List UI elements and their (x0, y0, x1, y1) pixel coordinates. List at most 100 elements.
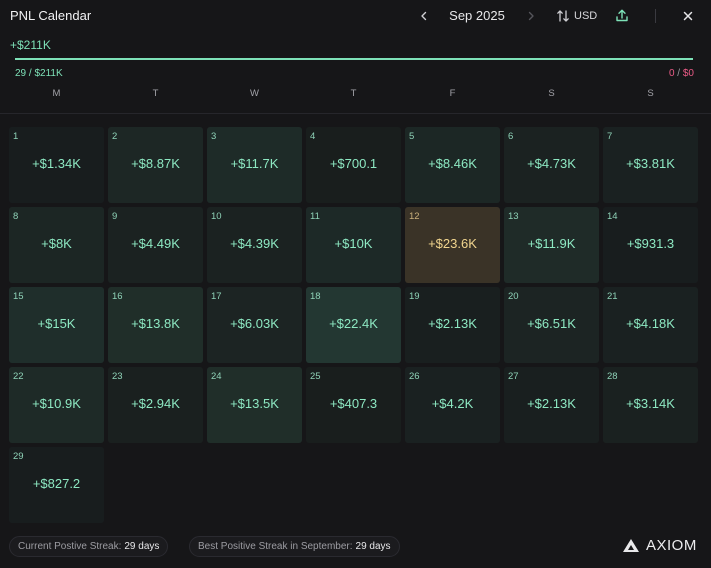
day-pnl-value: +$3.14K (626, 396, 675, 411)
calendar-day-cell[interactable]: 19 +$2.13K (405, 287, 500, 363)
calendar-day-cell[interactable]: 9 +$4.49K (108, 207, 203, 283)
day-number: 16 (112, 291, 123, 302)
day-pnl-value: +$931.3 (626, 236, 675, 251)
day-pnl-value: +$23.6K (428, 236, 477, 251)
day-pnl-value: +$8.87K (131, 156, 180, 171)
best-streak-value: 29 days (355, 541, 391, 552)
day-number: 13 (508, 211, 519, 222)
axiom-logo-icon (623, 539, 639, 552)
calendar-day-cell[interactable]: 26 +$4.2K (405, 367, 500, 443)
weekday-monday: M (52, 88, 61, 99)
positive-days-summary: 29 / $211K (15, 68, 63, 79)
calendar-day-cell[interactable]: 11 +$10K (306, 207, 401, 283)
calendar-day-cell[interactable]: 2 +$8.87K (108, 127, 203, 203)
calendar-day-cell[interactable]: 27 +$2.13K (504, 367, 599, 443)
next-month-button[interactable] (522, 7, 540, 25)
day-number: 3 (211, 131, 217, 142)
share-upload-icon (616, 9, 628, 22)
calendar-day-cell[interactable]: 29 +$827.2 (9, 447, 104, 523)
calendar-day-cell[interactable]: 7 +$3.81K (603, 127, 698, 203)
calendar-day-cell[interactable]: 8 +$8K (9, 207, 104, 283)
day-number: 12 (409, 211, 420, 222)
calendar-day-cell[interactable]: 3 +$11.7K (207, 127, 302, 203)
calendar-day-cell[interactable]: 15 +$15K (9, 287, 104, 363)
positive-total: $211K (34, 68, 63, 79)
calendar-grid: 1 +$1.34K 2 +$8.87K 3 +$11.7K 4 +$700.1 5 +$8.46K… (9, 127, 698, 523)
calendar-day-cell[interactable]: 21 +$4.18K (603, 287, 698, 363)
calendar-day-cell[interactable]: 28 +$3.14K (603, 367, 698, 443)
day-pnl-value: +$15K (37, 316, 76, 331)
pnl-ratio-fill (15, 58, 693, 60)
day-number: 23 (112, 371, 123, 382)
chevron-left-icon (421, 11, 427, 21)
day-pnl-value: +$2.13K (428, 316, 477, 331)
calendar-day-cell[interactable]: 22 +$10.9K (9, 367, 104, 443)
calendar-day-cell[interactable]: 13 +$11.9K (504, 207, 599, 283)
day-pnl-value: +$3.81K (626, 156, 675, 171)
day-pnl-value: +$1.34K (32, 156, 81, 171)
share-button[interactable] (613, 7, 631, 25)
day-pnl-value: +$22.4K (329, 316, 378, 331)
calendar-day-cell[interactable]: 5 +$8.46K (405, 127, 500, 203)
day-number: 17 (211, 291, 222, 302)
header-separator (0, 113, 711, 114)
day-number: 8 (13, 211, 19, 222)
day-number: 29 (13, 451, 24, 462)
day-number: 9 (112, 211, 118, 222)
calendar-day-cell[interactable]: 6 +$4.73K (504, 127, 599, 203)
day-pnl-value: +$6.51K (527, 316, 576, 331)
chevron-right-icon (528, 11, 534, 21)
day-number: 19 (409, 291, 420, 302)
weekday-sunday: S (647, 88, 654, 99)
best-streak-badge: Best Positive Streak in September: 29 da… (189, 536, 400, 557)
day-number: 15 (13, 291, 24, 302)
calendar-day-cell[interactable]: 10 +$4.39K (207, 207, 302, 283)
day-number: 27 (508, 371, 519, 382)
close-icon (683, 11, 693, 21)
calendar-day-cell[interactable]: 16 +$13.8K (108, 287, 203, 363)
day-pnl-value: +$700.1 (329, 156, 378, 171)
day-number: 20 (508, 291, 519, 302)
close-button[interactable] (679, 7, 697, 25)
day-pnl-value: +$10K (334, 236, 373, 251)
day-pnl-value: +$4.18K (626, 316, 675, 331)
currency-label: USD (574, 10, 598, 22)
calendar-day-cell[interactable]: 4 +$700.1 (306, 127, 401, 203)
day-number: 10 (211, 211, 222, 222)
calendar-day-cell[interactable]: 20 +$6.51K (504, 287, 599, 363)
day-number: 25 (310, 371, 321, 382)
day-number: 5 (409, 131, 415, 142)
weekday-thursday: T (350, 88, 357, 99)
prev-month-button[interactable] (415, 7, 433, 25)
weekday-friday: F (449, 88, 456, 99)
day-pnl-value: +$11.7K (230, 156, 279, 171)
calendar-day-cell[interactable]: 24 +$13.5K (207, 367, 302, 443)
weekday-tuesday: T (152, 88, 159, 99)
header-divider (655, 9, 656, 23)
day-number: 18 (310, 291, 321, 302)
day-pnl-value: +$2.13K (527, 396, 576, 411)
pnl-ratio-bar (15, 58, 693, 60)
calendar-day-cell[interactable]: 12 +$23.6K (405, 207, 500, 283)
weekday-saturday: S (548, 88, 555, 99)
calendar-day-cell[interactable]: 18 +$22.4K (306, 287, 401, 363)
calendar-day-cell[interactable]: 14 +$931.3 (603, 207, 698, 283)
calendar-day-cell[interactable]: 23 +$2.94K (108, 367, 203, 443)
day-pnl-value: +$4.39K (230, 236, 279, 251)
currency-toggle[interactable]: USD (556, 8, 597, 24)
day-number: 22 (13, 371, 24, 382)
day-number: 4 (310, 131, 316, 142)
sort-arrows-icon (557, 10, 569, 22)
calendar-day-cell[interactable]: 25 +$407.3 (306, 367, 401, 443)
calendar-day-cell[interactable]: 17 +$6.03K (207, 287, 302, 363)
day-pnl-value: +$4.73K (527, 156, 576, 171)
day-pnl-value: +$6.03K (230, 316, 279, 331)
day-number: 11 (310, 211, 320, 222)
day-number: 6 (508, 131, 514, 142)
panel-title: PNL Calendar (10, 8, 92, 23)
day-number: 14 (607, 211, 618, 222)
day-number: 21 (607, 291, 618, 302)
day-pnl-value: +$13.5K (230, 396, 279, 411)
day-pnl-value: +$13.8K (131, 316, 180, 331)
calendar-day-cell[interactable]: 1 +$1.34K (9, 127, 104, 203)
